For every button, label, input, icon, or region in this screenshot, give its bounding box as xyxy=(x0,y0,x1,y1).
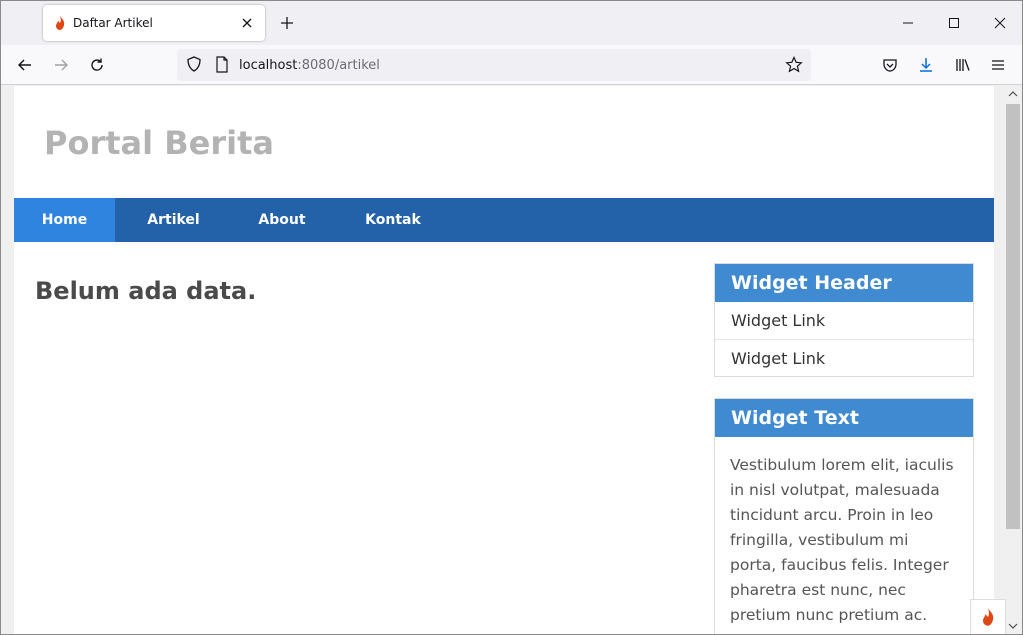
scrollbar-thumb[interactable] xyxy=(1006,104,1020,529)
tab-title: Daftar Artikel xyxy=(73,16,153,30)
hamburger-menu-icon[interactable] xyxy=(988,55,1008,75)
text-widget: Widget Text Vestibulum lorem elit, iacul… xyxy=(714,398,974,634)
page-icon[interactable] xyxy=(215,56,229,77)
page-viewport: Portal Berita Home Artikel About Kontak … xyxy=(1,86,1022,634)
reload-icon[interactable] xyxy=(87,55,107,75)
tab-close-icon[interactable] xyxy=(237,13,257,33)
codeigniter-flame-icon xyxy=(56,16,65,30)
nav-toolbar: localhost:8080/artikel xyxy=(1,45,1022,85)
links-widget: Widget Header Widget Link Widget Link xyxy=(714,263,974,377)
nav-about[interactable]: About xyxy=(232,198,332,242)
widget-text-body: Vestibulum lorem elit, iaculis in nisl v… xyxy=(730,456,954,624)
widget-link[interactable]: Widget Link xyxy=(715,339,973,376)
scroll-up-icon[interactable] xyxy=(1004,86,1022,102)
url-path: :8080/artikel xyxy=(297,58,380,73)
widget-text-header: Widget Text xyxy=(715,399,973,437)
scroll-down-icon[interactable] xyxy=(1004,618,1022,634)
library-icon[interactable] xyxy=(953,55,973,75)
minimize-icon[interactable] xyxy=(898,13,918,33)
main-navbar: Home Artikel About Kontak xyxy=(14,198,994,242)
page-container: Portal Berita Home Artikel About Kontak … xyxy=(14,86,994,634)
site-title: Portal Berita xyxy=(44,124,274,162)
url-host: localhost xyxy=(239,58,298,73)
tab-strip: Daftar Artikel xyxy=(1,1,1022,45)
browser-window: Daftar Artikel localhost:8080/artikel Po… xyxy=(0,0,1023,635)
widget-link[interactable]: Widget Link xyxy=(715,302,973,339)
pocket-icon[interactable] xyxy=(880,55,900,75)
nav-kontak[interactable]: Kontak xyxy=(332,198,454,242)
back-arrow-icon[interactable] xyxy=(15,55,35,75)
maximize-icon[interactable] xyxy=(944,13,964,33)
nav-artikel[interactable]: Artikel xyxy=(115,198,232,242)
bookmark-star-icon[interactable] xyxy=(785,56,803,78)
empty-data-message: Belum ada data. xyxy=(35,277,257,305)
download-icon[interactable] xyxy=(916,55,936,75)
tab-daftar-artikel[interactable]: Daftar Artikel xyxy=(43,5,265,41)
codeigniter-debug-toolbar-icon[interactable] xyxy=(970,599,1006,634)
forward-arrow-icon[interactable] xyxy=(51,55,71,75)
new-tab-icon[interactable] xyxy=(277,13,297,33)
vertical-scrollbar[interactable] xyxy=(1004,86,1022,634)
close-window-icon[interactable] xyxy=(990,13,1010,33)
nav-home[interactable]: Home xyxy=(14,198,115,242)
url-text[interactable]: localhost:8080/artikel xyxy=(239,58,380,73)
widget-header: Widget Header xyxy=(715,264,973,302)
shield-icon[interactable] xyxy=(185,55,203,77)
url-bar[interactable]: localhost:8080/artikel xyxy=(177,49,811,81)
